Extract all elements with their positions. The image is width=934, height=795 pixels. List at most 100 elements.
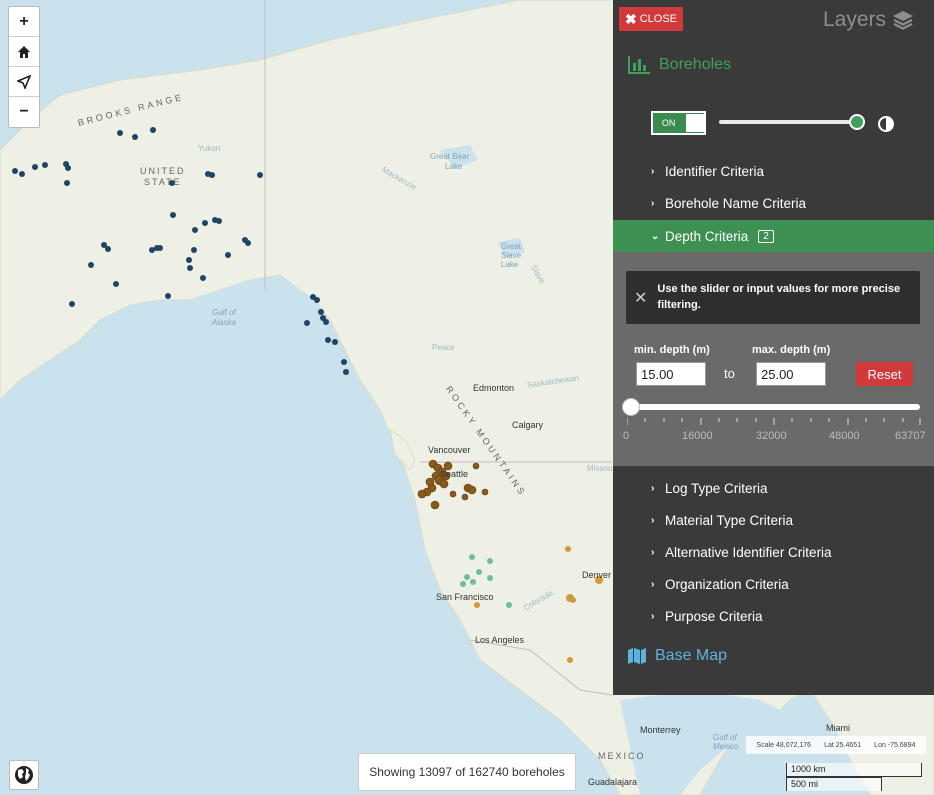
- opacity-slider-handle[interactable]: [849, 114, 865, 130]
- label-united-states: UNITED: [140, 166, 186, 176]
- map-icon: [628, 648, 646, 664]
- criteria-label: Organization Criteria: [665, 576, 789, 592]
- chevron-right-icon: ›: [651, 546, 655, 558]
- tick-label: 48000: [829, 430, 860, 442]
- reset-button[interactable]: Reset: [856, 362, 913, 386]
- close-icon: ✖: [624, 10, 637, 27]
- info-message: Use the slider or input values for more …: [657, 283, 901, 311]
- locate-button[interactable]: [9, 67, 39, 97]
- label-denver: Denver: [582, 570, 612, 580]
- scale-mi: 500 mi: [786, 777, 882, 791]
- dismiss-info-icon[interactable]: ✕: [634, 288, 647, 308]
- basemap-layer-header[interactable]: Base Map: [627, 647, 727, 665]
- label-los-angeles: Los Angeles: [475, 635, 525, 645]
- label-gulf-mexico-2: Mexico: [713, 742, 739, 751]
- criteria-label: Depth Criteria: [665, 228, 749, 244]
- navigation-arrow-icon: [17, 74, 31, 89]
- label-yukon: Yukon: [198, 144, 221, 153]
- label-great-slave-2: Slave: [501, 251, 522, 260]
- label-seattle: Seattle: [440, 469, 469, 479]
- layer-toggle[interactable]: ON: [651, 111, 706, 135]
- map-controls: + −: [8, 6, 40, 128]
- criteria-material-type[interactable]: › Material Type Criteria: [613, 504, 934, 536]
- label-united-states-2: STATE: [144, 177, 182, 187]
- close-button[interactable]: ✖ CLOSE: [619, 7, 683, 31]
- label-monterrey: Monterrey: [640, 725, 681, 735]
- chevron-right-icon: ›: [651, 578, 655, 590]
- home-icon: [18, 45, 30, 58]
- criteria-alternative-identifier[interactable]: › Alternative Identifier Criteria: [613, 536, 934, 568]
- label-gulf-alaska-2: Alaska: [212, 318, 237, 327]
- label-san-francisco: San Francisco: [436, 592, 494, 602]
- label-peace: Peace: [432, 343, 455, 352]
- criteria-purpose[interactable]: › Purpose Criteria: [613, 600, 934, 632]
- tick-label: 32000: [756, 430, 787, 442]
- criteria-identifier[interactable]: › Identifier Criteria: [613, 155, 934, 187]
- label-great-slave: Great: [501, 242, 522, 251]
- criteria-depth[interactable]: ⌄ Depth Criteria 2: [613, 220, 934, 252]
- chevron-right-icon: ›: [651, 482, 655, 494]
- toggle-knob: [686, 114, 704, 132]
- contrast-icon[interactable]: [878, 116, 894, 132]
- depth-range-ticks: [627, 418, 921, 425]
- max-depth-label: max. depth (m): [752, 344, 831, 356]
- boreholes-layer-header[interactable]: Boreholes: [627, 55, 731, 75]
- criteria-label: Identifier Criteria: [665, 163, 765, 179]
- tick-label: 63707: [895, 430, 926, 442]
- home-button[interactable]: [9, 37, 39, 67]
- criteria-borehole-name[interactable]: › Borehole Name Criteria: [613, 187, 934, 219]
- longitude-readout: Lon -75.6894: [874, 741, 916, 749]
- criteria-label: Material Type Criteria: [665, 512, 794, 528]
- label-great-bear-2: Lake: [445, 162, 463, 171]
- depth-criteria-panel: ✕ Use the slider or input values for mor…: [613, 252, 934, 466]
- chevron-right-icon: ›: [651, 197, 655, 209]
- label-calgary: Calgary: [512, 420, 544, 430]
- label-mexico: MEXICO: [598, 751, 646, 761]
- chevron-right-icon: ›: [651, 165, 655, 177]
- info-tooltip: ✕ Use the slider or input values for mor…: [626, 271, 920, 324]
- opacity-slider-track[interactable]: [719, 120, 857, 124]
- scale-bar: 1000 km 500 mi: [786, 763, 922, 791]
- layers-title-text: Layers: [822, 8, 886, 31]
- criteria-count-badge: 2: [758, 229, 774, 243]
- latitude-readout: Lat 25.4651: [824, 741, 862, 749]
- depth-range-track[interactable]: [631, 404, 920, 410]
- zoom-out-button[interactable]: −: [9, 97, 39, 127]
- globe-icon: [15, 766, 33, 784]
- tick-label: 16000: [682, 430, 713, 442]
- basemap-title: Base Map: [655, 647, 728, 664]
- criteria-organization[interactable]: › Organization Criteria: [613, 568, 934, 600]
- chevron-right-icon: ›: [651, 610, 655, 622]
- layers-title: Layers: [823, 8, 914, 32]
- tick-label: 0: [623, 430, 630, 442]
- label-great-bear: Great Bear: [430, 152, 470, 161]
- max-depth-input[interactable]: [756, 362, 826, 386]
- coordinate-readout: Scale 48,072,176 Lat 25.4651 Lon -75.689…: [746, 736, 926, 754]
- criteria-label: Alternative Identifier Criteria: [665, 544, 832, 560]
- criteria-label: Purpose Criteria: [665, 608, 763, 624]
- basemap-switch-button[interactable]: [9, 760, 39, 790]
- layers-panel: ✖ CLOSE Layers Boreholes ON › Identifier…: [613, 0, 934, 695]
- label-gulf-mexico: Gulf of: [713, 733, 737, 742]
- label-gulf-alaska: Gulf of: [212, 308, 236, 317]
- label-miami: Miami: [826, 723, 850, 733]
- chevron-right-icon: ›: [651, 514, 655, 526]
- scale-km: 1000 km: [786, 763, 922, 777]
- label-guadalajara: Guadalajara: [588, 777, 638, 787]
- zoom-in-button[interactable]: +: [9, 7, 39, 37]
- min-depth-label: min. depth (m): [634, 344, 710, 356]
- label-edmonton: Edmonton: [473, 383, 515, 393]
- label-missouri: Missou: [587, 464, 613, 473]
- layers-icon: [893, 11, 913, 30]
- close-label: CLOSE: [639, 13, 678, 25]
- criteria-label: Log Type Criteria: [665, 480, 768, 496]
- status-borehole-count: Showing 13097 of 162740 boreholes: [358, 753, 576, 791]
- bar-chart-icon: [628, 56, 650, 74]
- criteria-log-type[interactable]: › Log Type Criteria: [613, 472, 934, 504]
- min-depth-input[interactable]: [636, 362, 706, 386]
- boreholes-title: Boreholes: [659, 56, 732, 73]
- toggle-label: ON: [661, 118, 676, 128]
- depth-range-handle[interactable]: [622, 398, 640, 416]
- criteria-label: Borehole Name Criteria: [665, 195, 807, 211]
- label-vancouver: Vancouver: [428, 445, 471, 455]
